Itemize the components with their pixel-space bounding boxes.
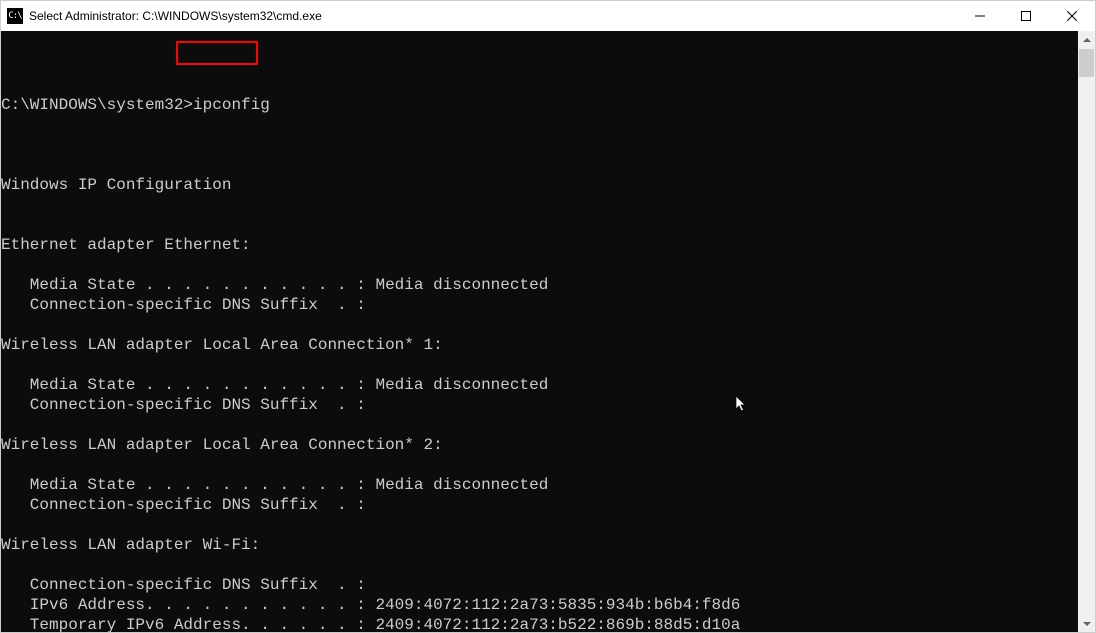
highlight-annotation bbox=[176, 41, 258, 65]
output-line bbox=[1, 515, 1078, 535]
scroll-up-button[interactable] bbox=[1078, 31, 1095, 48]
output-line: Media State . . . . . . . . . . . : Medi… bbox=[1, 275, 1078, 295]
output-line: Temporary IPv6 Address. . . . . . : 2409… bbox=[1, 615, 1078, 632]
output-line: Connection-specific DNS Suffix . : bbox=[1, 495, 1078, 515]
output-line: Wireless LAN adapter Wi-Fi: bbox=[1, 535, 1078, 555]
output-line: Wireless LAN adapter Local Area Connecti… bbox=[1, 335, 1078, 355]
window-controls bbox=[957, 1, 1095, 31]
output-line: Windows IP Configuration bbox=[1, 175, 1078, 195]
output-line: Connection-specific DNS Suffix . : bbox=[1, 575, 1078, 595]
output-line bbox=[1, 215, 1078, 235]
cmd-icon: C:\ bbox=[7, 8, 23, 24]
window-title: Select Administrator: C:\WINDOWS\system3… bbox=[29, 9, 322, 23]
prompt-line: C:\WINDOWS\system32>ipconfig bbox=[1, 95, 1078, 115]
output-line: Connection-specific DNS Suffix . : bbox=[1, 295, 1078, 315]
scroll-down-button[interactable] bbox=[1078, 615, 1095, 632]
content-area: C:\WINDOWS\system32>ipconfig Windows IP … bbox=[1, 31, 1095, 632]
output-line: IPv6 Address. . . . . . . . . . . : 2409… bbox=[1, 595, 1078, 615]
output-line bbox=[1, 155, 1078, 175]
output-line bbox=[1, 455, 1078, 475]
output-line bbox=[1, 255, 1078, 275]
terminal-output: Windows IP Configuration Ethernet adapte… bbox=[1, 155, 1078, 632]
prompt-text: C:\WINDOWS\system32> bbox=[1, 96, 193, 114]
terminal[interactable]: C:\WINDOWS\system32>ipconfig Windows IP … bbox=[1, 31, 1078, 632]
output-line: Media State . . . . . . . . . . . : Medi… bbox=[1, 375, 1078, 395]
output-line: Media State . . . . . . . . . . . : Medi… bbox=[1, 475, 1078, 495]
vertical-scrollbar[interactable] bbox=[1078, 31, 1095, 632]
output-line: Wireless LAN adapter Local Area Connecti… bbox=[1, 435, 1078, 455]
output-line: Ethernet adapter Ethernet: bbox=[1, 235, 1078, 255]
scroll-thumb[interactable] bbox=[1079, 49, 1094, 77]
output-line: Connection-specific DNS Suffix . : bbox=[1, 395, 1078, 415]
output-line bbox=[1, 195, 1078, 215]
output-line bbox=[1, 555, 1078, 575]
output-line bbox=[1, 415, 1078, 435]
output-line bbox=[1, 315, 1078, 335]
output-line bbox=[1, 355, 1078, 375]
close-button[interactable] bbox=[1049, 1, 1095, 31]
command-text: ipconfig bbox=[193, 96, 270, 114]
maximize-button[interactable] bbox=[1003, 1, 1049, 31]
cmd-window: C:\ Select Administrator: C:\WINDOWS\sys… bbox=[0, 0, 1096, 633]
titlebar[interactable]: C:\ Select Administrator: C:\WINDOWS\sys… bbox=[1, 1, 1095, 31]
minimize-button[interactable] bbox=[957, 1, 1003, 31]
